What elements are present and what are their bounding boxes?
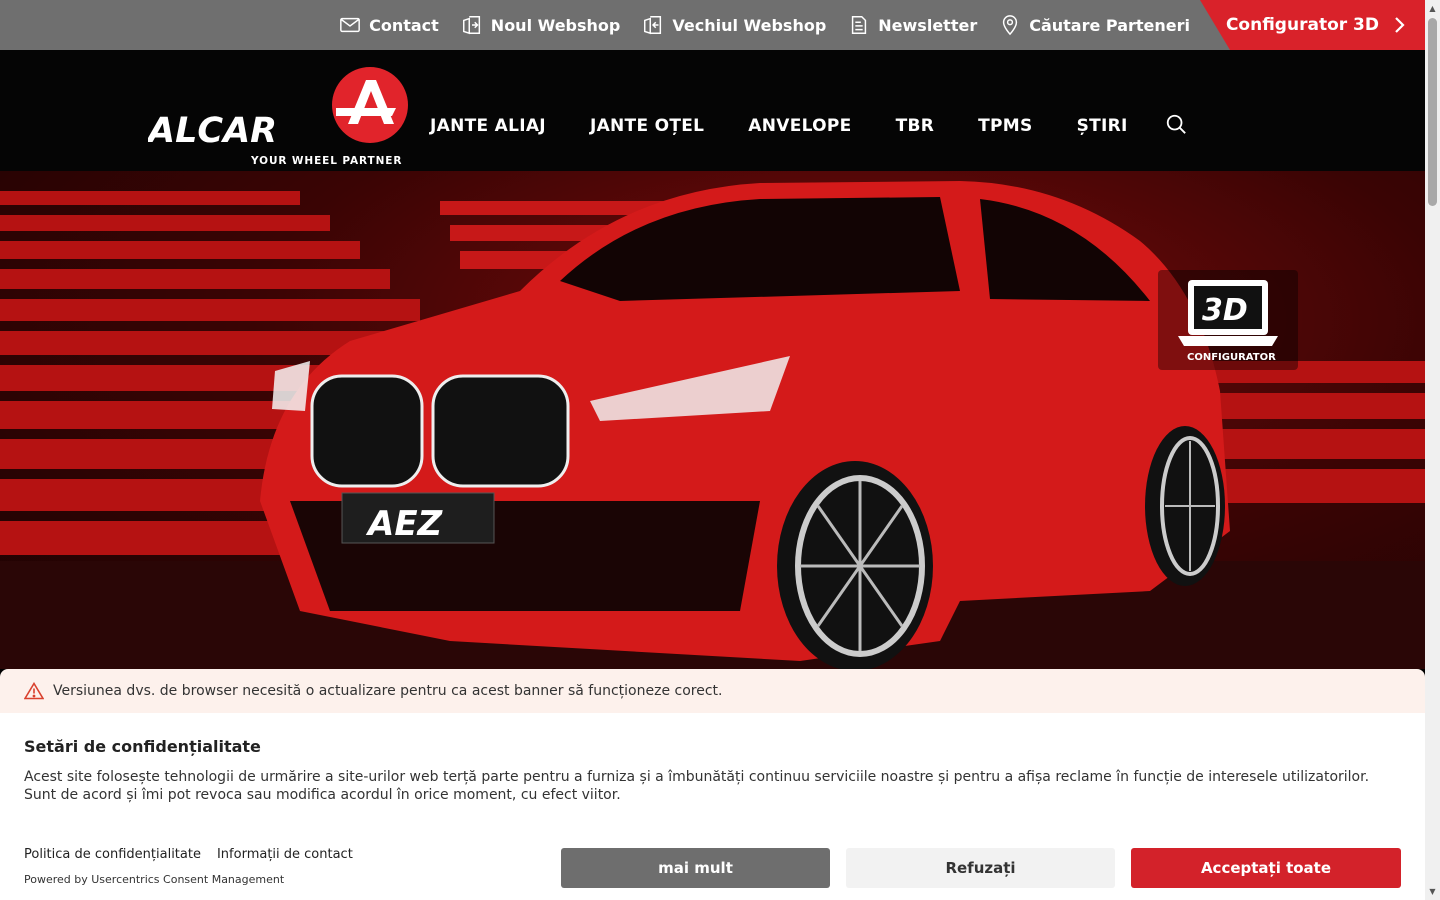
page-scrollbar[interactable]: ▲ ▼ xyxy=(1425,0,1440,900)
new-webshop-link[interactable]: Noul Webshop xyxy=(461,14,621,36)
nav-alloy-wheels[interactable]: JANTE ALIAJ xyxy=(430,116,546,136)
top-utility-bar: Contact Noul Webshop Vechiul Webshop New… xyxy=(0,0,1425,50)
more-settings-button[interactable]: mai mult xyxy=(561,848,830,888)
webshop-enter-icon xyxy=(462,16,480,35)
logo-wordmark: ALCAR xyxy=(148,111,277,151)
alcar-logo[interactable]: ALCAR YOUR WHEEL PARTNER xyxy=(148,58,410,168)
nav-news[interactable]: ȘTIRI xyxy=(1077,116,1128,136)
rear-wheel xyxy=(1145,426,1225,586)
hero-banner[interactable]: AEZ 3D CONFIGURATOR xyxy=(0,171,1425,669)
configurator-3d-button[interactable]: Configurator 3D xyxy=(1200,0,1425,50)
newsletter-icon xyxy=(852,16,867,34)
nav-tbr[interactable]: TBR xyxy=(896,116,935,136)
refuse-button[interactable]: Refuzați xyxy=(846,848,1115,888)
scroll-up-arrow[interactable]: ▲ xyxy=(1428,4,1437,13)
newsletter-label: Newsletter xyxy=(878,15,978,35)
search-icon[interactable] xyxy=(1165,113,1187,135)
old-webshop-label: Vechiul Webshop xyxy=(672,15,827,35)
partner-search-link[interactable]: Căutare Parteneri xyxy=(999,14,1190,36)
browser-warning-text: Versiunea dvs. de browser necesită o act… xyxy=(53,683,723,699)
new-webshop-label: Noul Webshop xyxy=(490,15,621,35)
contact-link[interactable]: Contact xyxy=(339,14,439,36)
webshop-exit-icon xyxy=(644,16,662,35)
location-pin-icon xyxy=(1003,15,1018,36)
consent-body: Acest site folosește tehnologii de urmăr… xyxy=(24,769,1370,803)
nav-tpms[interactable]: TPMS xyxy=(978,116,1032,136)
newsletter-link[interactable]: Newsletter xyxy=(848,14,977,36)
contact-info-link[interactable]: Informații de contact xyxy=(217,847,353,862)
license-plate-text: AEZ xyxy=(365,504,444,544)
nav-tires[interactable]: ANVELOPE xyxy=(748,116,851,136)
consent-banner: Setări de confidențialitate Acest site f… xyxy=(0,713,1425,900)
badge-3d-text: 3D xyxy=(1202,293,1248,328)
accept-all-button[interactable]: Acceptați toate xyxy=(1131,848,1401,888)
scroll-thumb[interactable] xyxy=(1428,18,1437,206)
old-webshop-link[interactable]: Vechiul Webshop xyxy=(642,14,826,36)
warning-triangle-icon xyxy=(24,682,44,700)
logo-tagline: YOUR WHEEL PARTNER xyxy=(250,155,402,167)
configurator-3d-badge[interactable]: 3D CONFIGURATOR xyxy=(1158,270,1298,370)
mail-icon xyxy=(340,17,360,33)
configurator-3d-label: Configurator 3D xyxy=(1225,15,1379,35)
front-wheel xyxy=(777,461,933,669)
scroll-down-arrow[interactable]: ▼ xyxy=(1428,887,1437,896)
hero-car-illustration: AEZ xyxy=(0,181,1425,669)
partner-search-label: Căutare Parteneri xyxy=(1029,15,1190,35)
chevron-right-icon xyxy=(1395,17,1405,33)
consent-title: Setări de confidențialitate xyxy=(24,737,261,756)
powered-by-text[interactable]: Powered by Usercentrics Consent Manageme… xyxy=(24,873,284,886)
main-nav: JANTE ALIAJ JANTE OȚEL ANVELOPE TBR TPMS… xyxy=(430,116,1128,136)
badge-configurator-text: CONFIGURATOR xyxy=(1187,352,1276,363)
contact-label: Contact xyxy=(369,15,439,35)
nav-steel-wheels[interactable]: JANTE OȚEL xyxy=(590,116,704,136)
browser-warning: Versiunea dvs. de browser necesită o act… xyxy=(0,669,1425,713)
utility-links: Contact Noul Webshop Vechiul Webshop New… xyxy=(339,0,1190,50)
consent-links: Politica de confidențialitate Informații… xyxy=(24,847,353,862)
main-header: ALCAR YOUR WHEEL PARTNER JANTE ALIAJ JAN… xyxy=(0,50,1425,171)
privacy-policy-link[interactable]: Politica de confidențialitate xyxy=(24,847,201,862)
